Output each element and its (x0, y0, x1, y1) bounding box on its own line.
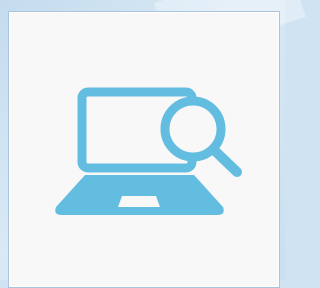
laptop-search-icon (55, 87, 242, 215)
window-frame (0, 0, 306, 288)
laptop-touchpad-icon (118, 196, 160, 207)
laptop-base-icon (55, 175, 224, 215)
content-panel (8, 11, 280, 288)
magnifier-handle-icon (209, 145, 242, 177)
